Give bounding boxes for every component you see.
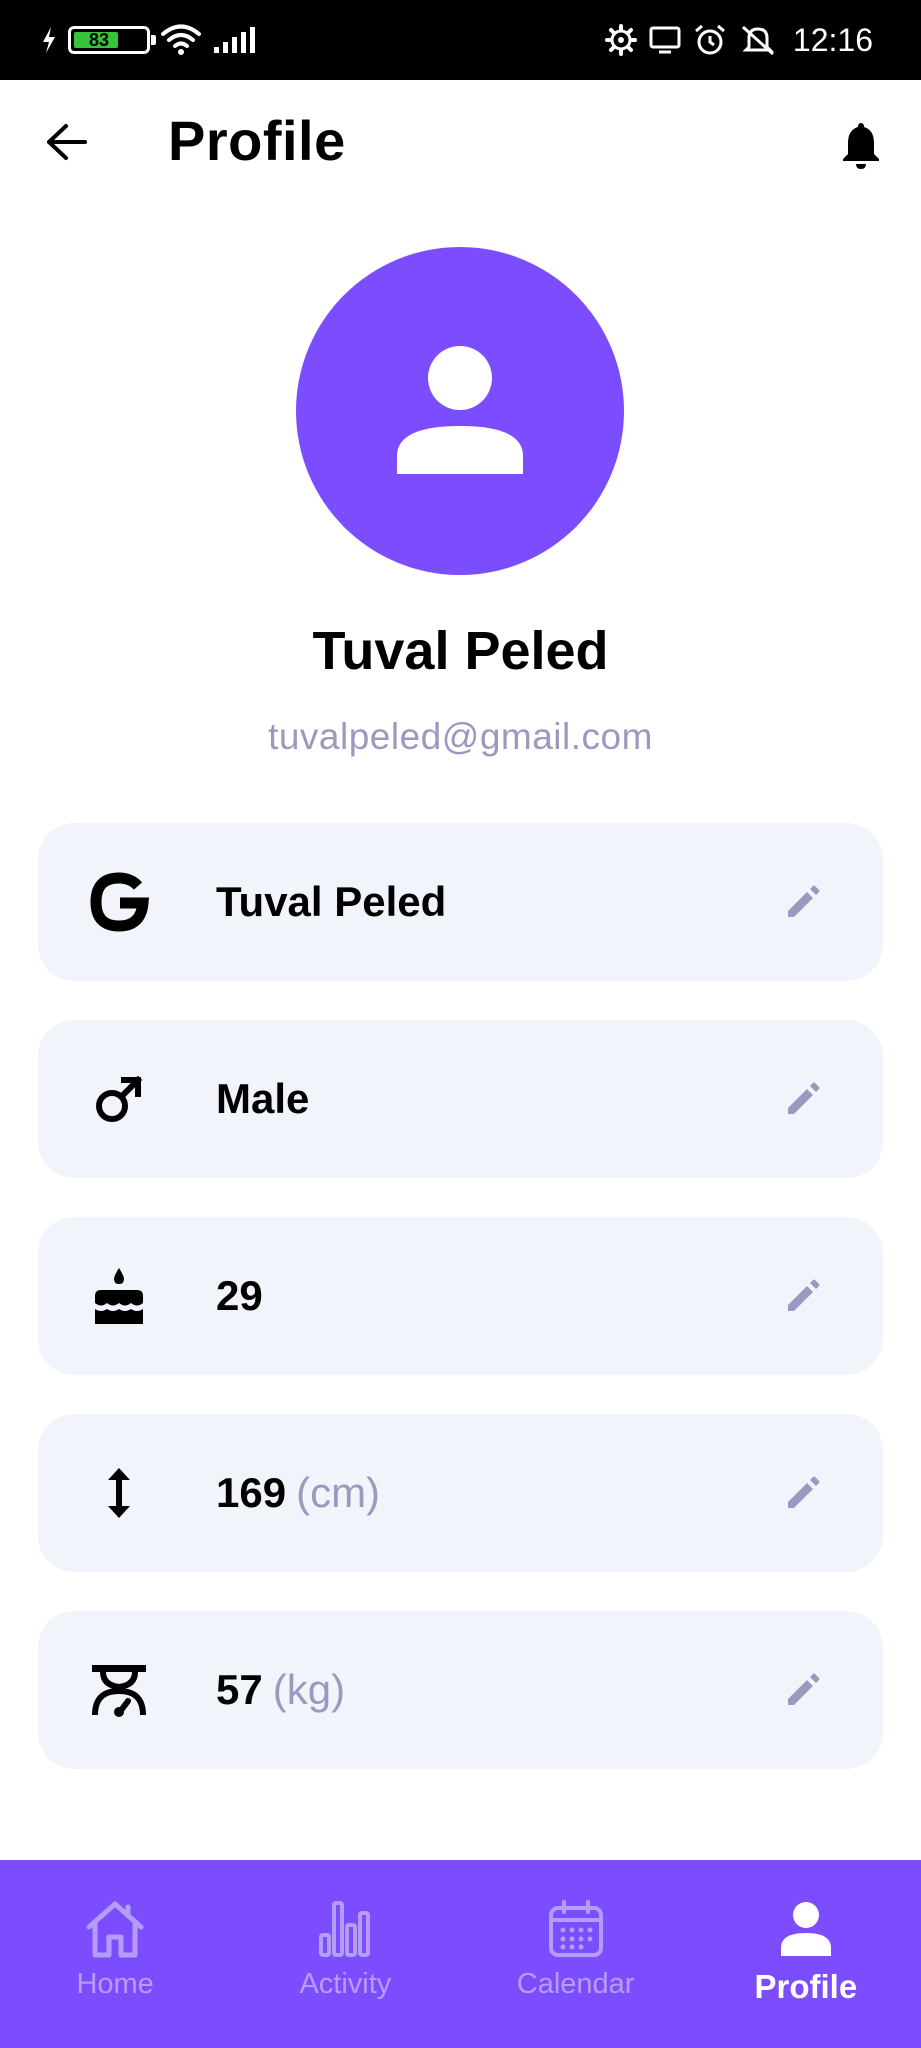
nav-item-calendar[interactable]: Calendar (461, 1860, 691, 2048)
edit-name-button[interactable] (777, 876, 829, 928)
status-time: 12:16 (792, 21, 873, 58)
charging-icon (43, 27, 55, 53)
alarm-icon (694, 24, 725, 55)
status-bar-right: 12:16 (604, 0, 873, 80)
cake-icon (86, 1263, 152, 1329)
field-value: 57 (kg) (216, 1611, 345, 1769)
nav-item-activity[interactable]: Activity (230, 1860, 460, 2048)
edit-age-button[interactable] (777, 1270, 829, 1322)
height-value: 169 (216, 1469, 287, 1516)
profile-name: Tuval Peled (312, 621, 609, 681)
back-button[interactable] (42, 118, 90, 166)
field-value: Male (216, 1020, 309, 1178)
profile-email: tuvalpeled@gmail.com (268, 716, 653, 757)
field-value: 169 (cm) (216, 1414, 380, 1572)
notifications-button[interactable] (835, 118, 887, 174)
edit-height-button[interactable] (777, 1467, 829, 1519)
battery-level: 83 (88, 30, 110, 50)
field-weight[interactable]: 57 (kg) (38, 1611, 883, 1769)
field-age[interactable]: 29 (38, 1217, 883, 1375)
field-name[interactable]: Tuval Peled (38, 823, 883, 981)
google-icon (86, 869, 152, 935)
home-icon (80, 1898, 150, 1960)
page-title: Profile (168, 109, 346, 172)
nav-label-home: Home (76, 1968, 154, 2000)
nav-item-profile[interactable]: Profile (691, 1860, 921, 2048)
nav-label-activity: Activity (299, 1968, 392, 2000)
pencil-icon (788, 885, 820, 917)
pencil-icon (788, 1476, 820, 1508)
pencil-icon (788, 1673, 820, 1705)
avatar[interactable] (296, 247, 624, 575)
height-unit: (cm) (296, 1469, 381, 1516)
nav-label-calendar: Calendar (516, 1968, 635, 2000)
signal-icon (214, 27, 255, 53)
weight-value: 57 (216, 1666, 263, 1713)
field-height[interactable]: 169 (cm) (38, 1414, 883, 1572)
field-value: Tuval Peled (216, 823, 446, 981)
arrow-back-icon (47, 124, 87, 160)
pencil-icon (788, 1279, 820, 1311)
field-value: 29 (216, 1217, 263, 1375)
nav-label-profile: Profile (754, 1968, 858, 2005)
bell-icon (843, 123, 879, 169)
edit-gender-button[interactable] (777, 1073, 829, 1125)
nav-item-home[interactable]: Home (0, 1860, 230, 2048)
settings-icon (604, 24, 637, 56)
status-bar: 83 12:16 (0, 0, 921, 80)
edit-weight-button[interactable] (777, 1664, 829, 1716)
male-icon (86, 1066, 152, 1132)
age-value: 29 (216, 1272, 263, 1319)
bar-chart-icon (310, 1898, 380, 1960)
wifi-icon (161, 24, 201, 55)
person-icon (771, 1898, 841, 1960)
status-bar-left: 83 (40, 0, 256, 80)
battery-icon: 83 (68, 26, 156, 54)
bottom-navigation: Home Activity Calendar Profile (0, 1860, 921, 2048)
scale-icon (86, 1657, 152, 1723)
gender-value: Male (216, 1075, 310, 1122)
height-icon (86, 1460, 152, 1526)
weight-unit: (kg) (272, 1666, 346, 1713)
app-header: Profile (0, 80, 921, 210)
person-icon (397, 346, 523, 474)
name-value: Tuval Peled (216, 878, 447, 925)
cast-icon (649, 26, 681, 54)
notifications-off-icon (741, 25, 774, 56)
pencil-icon (788, 1082, 820, 1114)
field-gender[interactable]: Male (38, 1020, 883, 1178)
calendar-icon (541, 1898, 611, 1960)
